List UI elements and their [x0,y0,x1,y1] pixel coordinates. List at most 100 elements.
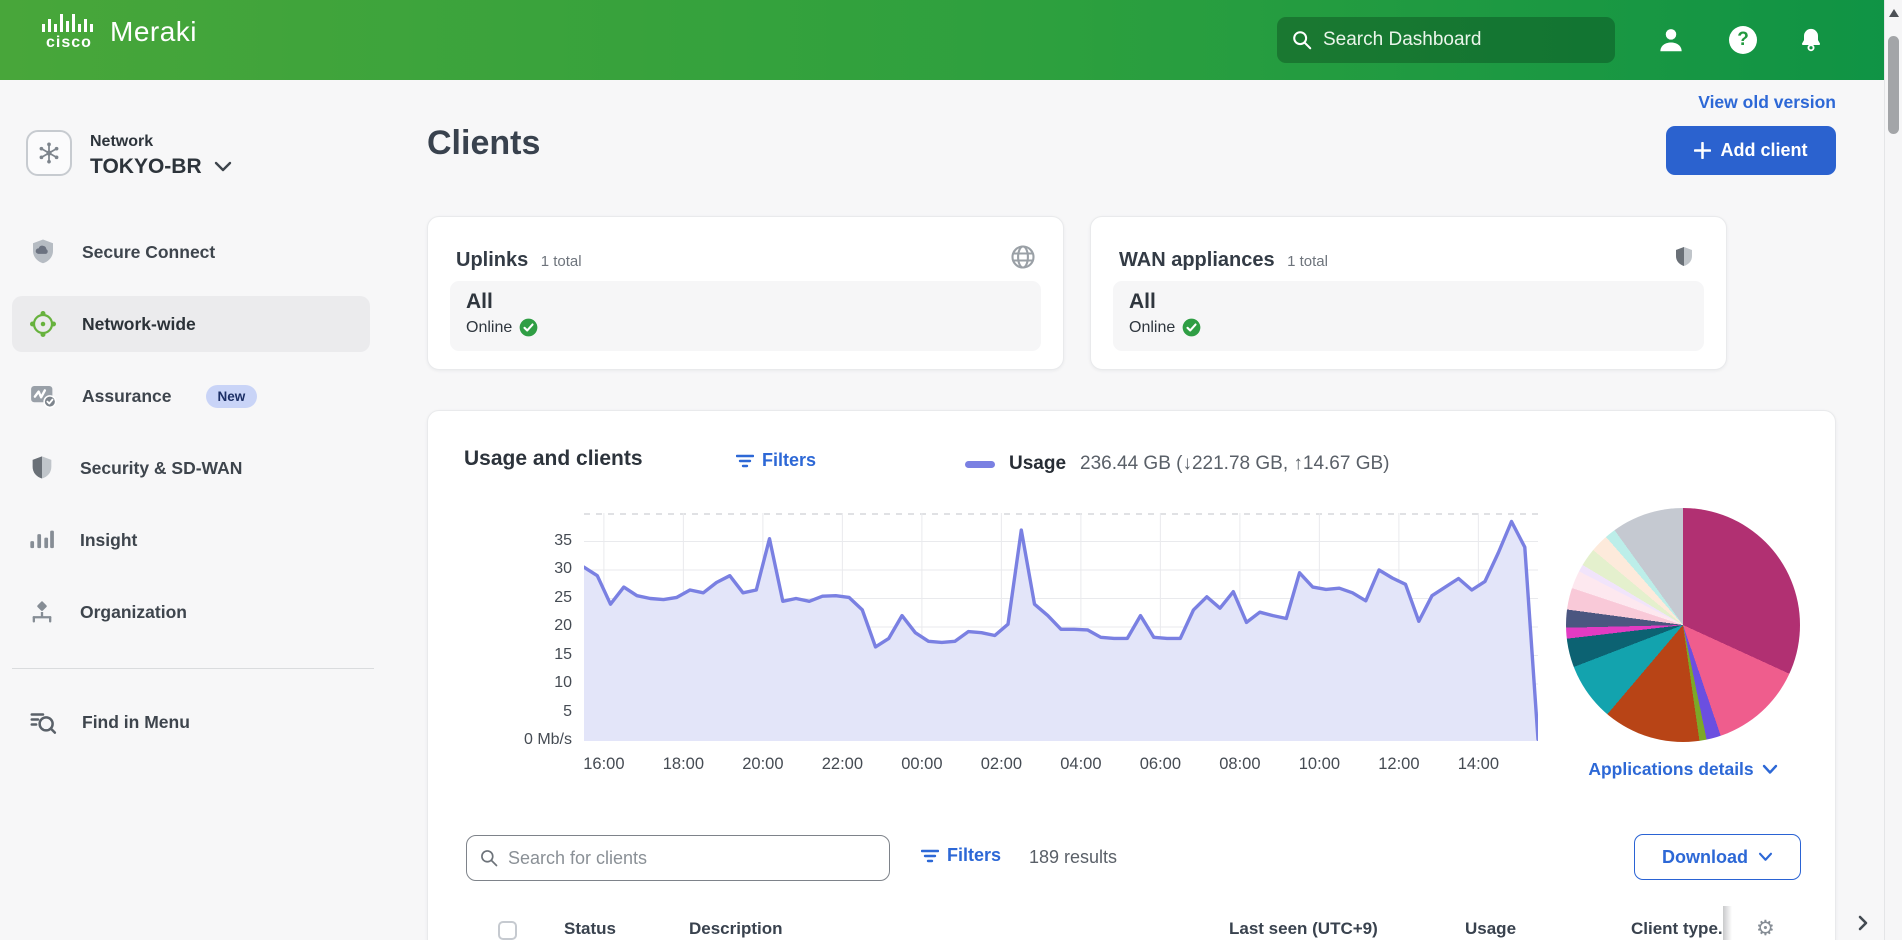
shield-half-icon [28,453,56,483]
page-scrollbar[interactable] [1884,0,1902,940]
bell-icon [1797,26,1825,54]
y-tick-label: 15 [482,646,572,664]
sidebar-item-security-sdwan[interactable]: Security & SD-WAN [12,440,370,496]
sidebar-divider [12,668,374,669]
usage-section-title: Usage and clients [464,447,643,471]
usage-and-clients-panel: Usage and clients Filters Usage 236.44 G… [427,410,1836,940]
organization-icon [28,598,56,626]
usage-legend-value: 236.44 GB (↓221.78 GB, ↑14.67 GB) [1080,453,1389,475]
view-old-version-link[interactable]: View old version [1636,92,1836,113]
table-settings-gear-icon[interactable]: ⚙ [1756,916,1775,940]
y-tick-label: 0 Mb/s [482,731,572,749]
dashboard-search[interactable] [1277,17,1615,63]
sidebar-item-network-wide[interactable]: Network-wide [12,296,370,352]
sticky-column-shadow [1723,906,1732,940]
help-icon: ? [1729,26,1757,54]
client-search-input[interactable] [508,848,877,869]
cisco-logo-icon [42,14,96,36]
search-icon [1291,29,1313,51]
column-header-client-type[interactable]: Client type. [1631,919,1723,939]
network-wide-icon [28,309,58,339]
results-count: 189 results [1029,847,1117,868]
plus-icon [1694,142,1711,159]
network-selector[interactable]: TOKYO-BR [90,155,232,179]
y-tick-label: 30 [482,560,572,578]
usage-filters-button[interactable]: Filters [736,450,816,471]
uplinks-title: Uplinks [456,249,528,271]
user-icon [1656,25,1686,55]
usage-legend-swatch [965,461,995,468]
usage-legend: Usage 236.44 GB (↓221.78 GB, ↑14.67 GB) [965,453,1390,475]
column-header-description[interactable]: Description [689,919,783,939]
notifications-button[interactable] [1797,0,1825,80]
chevron-down-icon [1758,852,1773,862]
x-tick-label: 00:00 [890,755,954,774]
search-icon [479,848,499,868]
find-in-menu-icon [28,707,58,737]
online-check-icon [519,318,538,337]
usage-legend-label: Usage [1009,453,1066,475]
network-name: TOKYO-BR [90,155,202,179]
x-tick-label: 02:00 [969,755,1033,774]
y-tick-label: 20 [482,617,572,635]
x-tick-label: 08:00 [1208,755,1272,774]
online-check-icon [1182,318,1201,337]
wan-total: 1 total [1287,253,1328,270]
x-tick-label: 10:00 [1287,755,1351,774]
sidebar-item-organization[interactable]: Organization [12,584,370,640]
assurance-icon [28,381,58,411]
globe-icon [1009,243,1037,271]
wan-title: WAN appliances [1119,249,1275,271]
network-label: Network [90,133,153,151]
shield-cloud-icon [28,237,58,267]
x-tick-label: 18:00 [651,755,715,774]
dashboard-search-input[interactable] [1323,29,1601,51]
new-badge: New [206,385,258,408]
filter-icon [921,849,939,863]
column-header-last-seen[interactable]: Last seen (UTC+9) [1229,919,1378,939]
x-tick-label: 16:00 [572,755,636,774]
uplinks-card: Uplinks 1 total All Online [427,216,1064,370]
applications-details-link[interactable]: Applications details [1518,759,1836,780]
uplinks-status-box[interactable]: All Online [450,281,1041,351]
select-all-checkbox[interactable] [498,921,517,940]
table-scroll-right-button[interactable] [1856,914,1870,937]
help-button[interactable]: ? [1729,0,1757,80]
uplinks-status: Online [466,319,512,337]
x-tick-label: 20:00 [731,755,795,774]
applications-pie-chart [1566,508,1800,742]
chevron-right-icon [1856,914,1870,932]
y-tick-label: 35 [482,532,572,550]
x-tick-label: 12:00 [1367,755,1431,774]
shield-icon [1672,243,1696,271]
x-tick-label: 22:00 [810,755,874,774]
x-tick-label: 04:00 [1049,755,1113,774]
sidebar-find-in-menu[interactable]: Find in Menu [12,694,370,750]
column-header-status[interactable]: Status [564,919,616,939]
wan-value: All [1129,290,1688,314]
scrollbar-up-arrow-icon[interactable] [1889,9,1899,17]
sidebar-item-assurance[interactable]: Assurance New [12,368,370,424]
y-tick-label: 10 [482,674,572,692]
uplinks-total: 1 total [541,253,582,270]
add-client-button[interactable]: Add client [1666,126,1836,175]
top-header: cisco Meraki ? [0,0,1902,80]
sidebar-item-insight[interactable]: Insight [12,512,370,568]
page-title: Clients [427,124,540,163]
brand-name: Meraki [110,16,197,48]
x-tick-label: 06:00 [1128,755,1192,774]
client-search-box[interactable] [466,835,890,881]
column-header-usage[interactable]: Usage [1465,919,1516,939]
chevron-down-icon [214,161,232,173]
filter-icon [736,454,754,468]
account-button[interactable] [1656,0,1686,80]
download-button[interactable]: Download [1634,834,1801,880]
sidebar-item-secure-connect[interactable]: Secure Connect [12,224,370,280]
wan-status-box[interactable]: All Online [1113,281,1704,351]
y-tick-label: 25 [482,589,572,607]
network-icon [26,130,72,176]
scrollbar-thumb[interactable] [1888,36,1899,134]
cisco-logo-text: cisco [46,36,92,50]
wan-status: Online [1129,319,1175,337]
clients-filters-button[interactable]: Filters [921,845,1001,866]
